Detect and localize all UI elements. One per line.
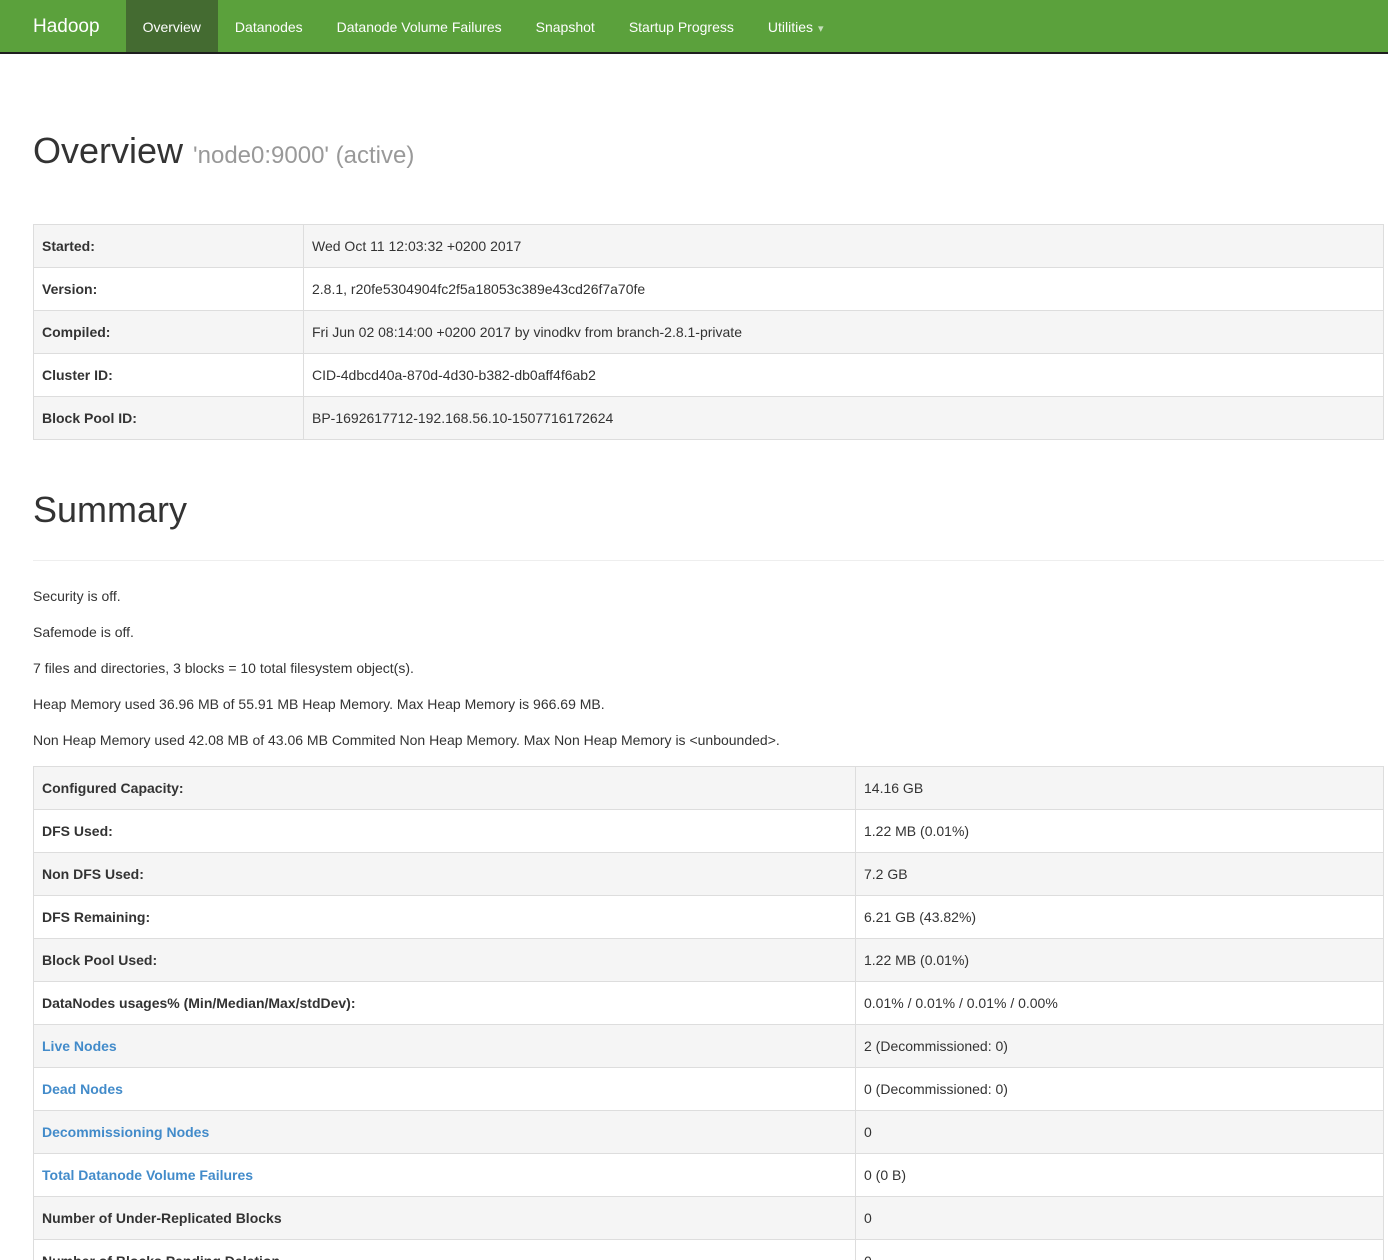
row-value: 1.22 MB (0.01%) <box>856 939 1384 982</box>
row-value: 14.16 GB <box>856 767 1384 810</box>
row-label: Dead Nodes <box>34 1068 856 1111</box>
table-row: Live Nodes 2 (Decommissioned: 0) <box>34 1025 1384 1068</box>
row-value: 0 <box>856 1240 1384 1260</box>
row-value: Wed Oct 11 12:03:32 +0200 2017 <box>304 225 1384 268</box>
hadoop-brand[interactable]: Hadoop <box>33 0 100 52</box>
row-value: 2 (Decommissioned: 0) <box>856 1025 1384 1068</box>
summary-paragraph: Non Heap Memory used 42.08 MB of 43.06 M… <box>33 730 1384 750</box>
table-row: Version:2.8.1, r20fe5304904fc2f5a18053c3… <box>34 268 1384 311</box>
table-row: DataNodes usages% (Min/Median/Max/stdDev… <box>34 982 1384 1025</box>
table-row: Dead Nodes 0 (Decommissioned: 0) <box>34 1068 1384 1111</box>
summary-stats-table: Configured Capacity:14.16 GB DFS Used:1.… <box>33 766 1384 1260</box>
row-label: Live Nodes <box>34 1025 856 1068</box>
nav-tab-datanode-volume-failures[interactable]: Datanode Volume Failures <box>320 0 519 52</box>
row-value: 0 (Decommissioned: 0) <box>856 1068 1384 1111</box>
nav-tab-overview[interactable]: Overview <box>126 0 218 52</box>
row-value: 7.2 GB <box>856 853 1384 896</box>
row-label: Block Pool ID: <box>34 397 304 440</box>
row-label: Compiled: <box>34 311 304 354</box>
section-divider <box>33 560 1384 561</box>
nav-tab-snapshot-label[interactable]: Snapshot <box>519 0 612 52</box>
row-label: DFS Used: <box>34 810 856 853</box>
summary-heading: Summary <box>33 490 1384 530</box>
page-title-text: Overview <box>33 130 183 171</box>
summary-paragraph: Security is off. <box>33 586 1384 606</box>
row-value: 0 (0 B) <box>856 1154 1384 1197</box>
summary-paragraph: Safemode is off. <box>33 622 1384 642</box>
table-row: Number of Blocks Pending Deletion0 <box>34 1240 1384 1260</box>
total-datanode-volume-failures-link[interactable]: Total Datanode Volume Failures <box>42 1167 253 1183</box>
table-row: DFS Remaining:6.21 GB (43.82%) <box>34 896 1384 939</box>
row-label: DataNodes usages% (Min/Median/Max/stdDev… <box>34 982 856 1025</box>
nav-tab-datanodes-label[interactable]: Datanodes <box>218 0 320 52</box>
table-row: Total Datanode Volume Failures 0 (0 B) <box>34 1154 1384 1197</box>
nav-tab-startup-progress[interactable]: Startup Progress <box>612 0 751 52</box>
row-label: DFS Remaining: <box>34 896 856 939</box>
row-value: Fri Jun 02 08:14:00 +0200 2017 by vinodk… <box>304 311 1384 354</box>
row-label: Number of Under-Replicated Blocks <box>34 1197 856 1240</box>
table-row: Block Pool Used:1.22 MB (0.01%) <box>34 939 1384 982</box>
summary-paragraph: 7 files and directories, 3 blocks = 10 t… <box>33 658 1384 678</box>
table-row: Decommissioning Nodes 0 <box>34 1111 1384 1154</box>
nav-dropdown-utilities-label: Utilities <box>768 19 813 35</box>
nav-tab-startup-progress-label[interactable]: Startup Progress <box>612 0 751 52</box>
row-value: 6.21 GB (43.82%) <box>856 896 1384 939</box>
live-nodes-link[interactable]: Live Nodes <box>42 1038 117 1054</box>
nav-tab-datanode-volume-failures-label[interactable]: Datanode Volume Failures <box>320 0 519 52</box>
row-value: BP-1692617712-192.168.56.10-150771617262… <box>304 397 1384 440</box>
row-label: Version: <box>34 268 304 311</box>
page-title: Overview 'node0:9000' (active) <box>33 131 1384 176</box>
row-value: 1.22 MB (0.01%) <box>856 810 1384 853</box>
row-label: Non DFS Used: <box>34 853 856 896</box>
nav-tab-datanodes[interactable]: Datanodes <box>218 0 320 52</box>
row-value: 0 <box>856 1197 1384 1240</box>
row-label: Block Pool Used: <box>34 939 856 982</box>
row-label: Number of Blocks Pending Deletion <box>34 1240 856 1260</box>
table-row: Compiled:Fri Jun 02 08:14:00 +0200 2017 … <box>34 311 1384 354</box>
overview-info-table: Started:Wed Oct 11 12:03:32 +0200 2017 V… <box>33 224 1384 440</box>
decommissioning-nodes-link[interactable]: Decommissioning Nodes <box>42 1124 209 1140</box>
nav-tab-overview-label[interactable]: Overview <box>126 0 218 52</box>
table-row: Block Pool ID:BP-1692617712-192.168.56.1… <box>34 397 1384 440</box>
summary-paragraph: Heap Memory used 36.96 MB of 55.91 MB He… <box>33 694 1384 714</box>
row-label: Configured Capacity: <box>34 767 856 810</box>
row-value: 0 <box>856 1111 1384 1154</box>
table-row: DFS Used:1.22 MB (0.01%) <box>34 810 1384 853</box>
table-row: Non DFS Used:7.2 GB <box>34 853 1384 896</box>
row-label: Started: <box>34 225 304 268</box>
nav-dropdown-utilities-link[interactable]: Utilities▾ <box>751 0 841 52</box>
row-label: Cluster ID: <box>34 354 304 397</box>
row-value: CID-4dbcd40a-870d-4d30-b382-db0aff4f6ab2 <box>304 354 1384 397</box>
navbar-menu: Overview Datanodes Datanode Volume Failu… <box>126 0 841 52</box>
nav-dropdown-utilities[interactable]: Utilities▾ <box>751 0 841 52</box>
table-row: Number of Under-Replicated Blocks0 <box>34 1197 1384 1240</box>
main-content: Overview 'node0:9000' (active) Started:W… <box>33 131 1384 1260</box>
row-value: 2.8.1, r20fe5304904fc2f5a18053c389e43cd2… <box>304 268 1384 311</box>
dead-nodes-link[interactable]: Dead Nodes <box>42 1081 123 1097</box>
table-row: Cluster ID:CID-4dbcd40a-870d-4d30-b382-d… <box>34 354 1384 397</box>
page-subtitle: 'node0:9000' (active) <box>193 142 414 169</box>
table-row: Started:Wed Oct 11 12:03:32 +0200 2017 <box>34 225 1384 268</box>
nav-tab-snapshot[interactable]: Snapshot <box>519 0 612 52</box>
chevron-down-icon: ▾ <box>818 2 824 56</box>
top-navbar: Hadoop Overview Datanodes Datanode Volum… <box>0 0 1388 54</box>
row-value: 0.01% / 0.01% / 0.01% / 0.00% <box>856 982 1384 1025</box>
table-row: Configured Capacity:14.16 GB <box>34 767 1384 810</box>
row-label: Decommissioning Nodes <box>34 1111 856 1154</box>
row-label: Total Datanode Volume Failures <box>34 1154 856 1197</box>
